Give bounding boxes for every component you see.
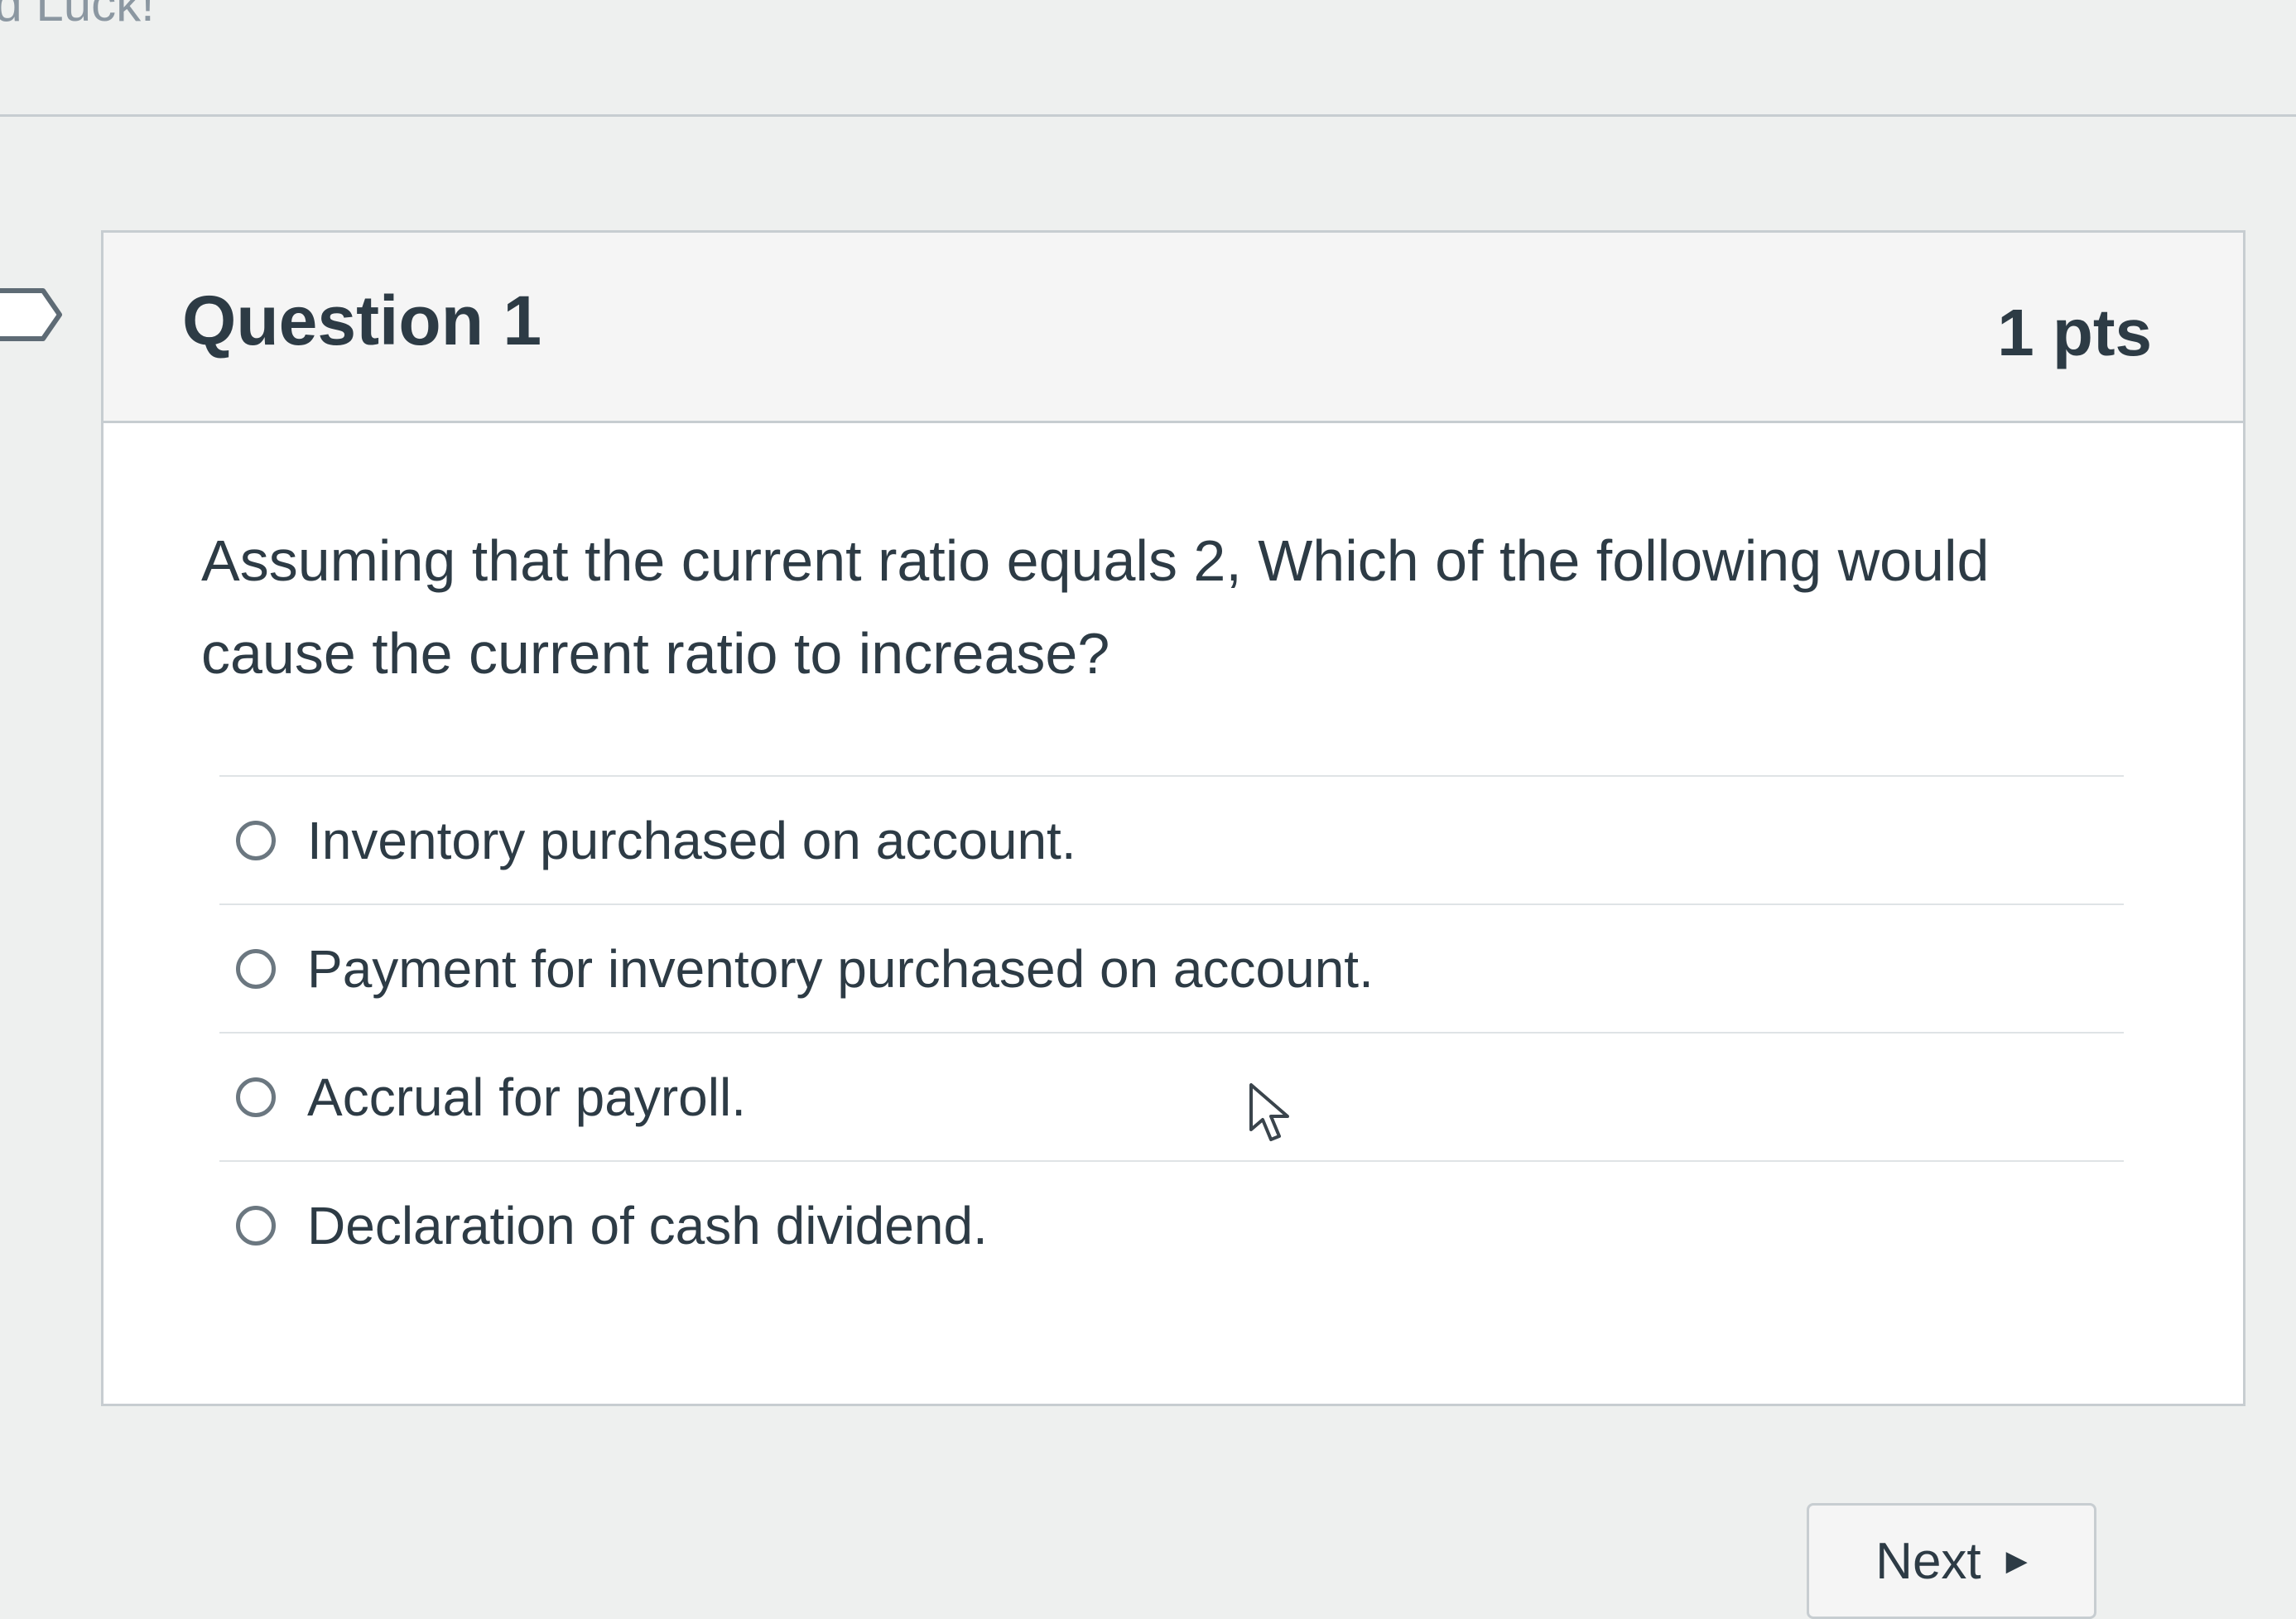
answer-label[interactable]: Inventory purchased on account. (307, 810, 1076, 871)
question-title: Question 1 (182, 282, 542, 359)
answer-label[interactable]: Payment for inventory purchased on accou… (307, 938, 1374, 1000)
next-button-label: Next (1875, 1532, 1981, 1590)
radio-button[interactable] (236, 1077, 276, 1117)
radio-button[interactable] (236, 948, 276, 989)
question-text: Assuming that the current ratio equals 2… (201, 528, 1990, 686)
next-button[interactable]: Next ▶ (1807, 1503, 2096, 1619)
radio-button[interactable] (236, 820, 276, 860)
question-points: 1 pts (1997, 296, 2152, 369)
triangle-right-icon: ▶ (2005, 1545, 2028, 1577)
question-card: Question 1 1 pts Assuming that the curre… (101, 230, 2245, 1406)
answer-option[interactable]: Inventory purchased on account. (219, 775, 2124, 903)
answer-label[interactable]: Accrual for payroll. (307, 1067, 746, 1128)
question-header: Question 1 1 pts (103, 233, 2243, 423)
answer-option[interactable]: Declaration of cash dividend. (219, 1160, 2124, 1289)
answer-option[interactable]: Payment for inventory purchased on accou… (219, 903, 2124, 1032)
answer-label[interactable]: Declaration of cash dividend. (307, 1195, 988, 1256)
quiz-instructions-text: od Luck! (0, 0, 155, 31)
answer-list: Inventory purchased on account. Payment … (219, 775, 2124, 1289)
divider (0, 114, 2296, 117)
mouse-pointer-icon (1249, 1083, 1289, 1141)
answer-option[interactable]: Accrual for payroll. (219, 1032, 2124, 1160)
radio-button[interactable] (236, 1205, 276, 1246)
flag-icon[interactable] (0, 286, 66, 344)
